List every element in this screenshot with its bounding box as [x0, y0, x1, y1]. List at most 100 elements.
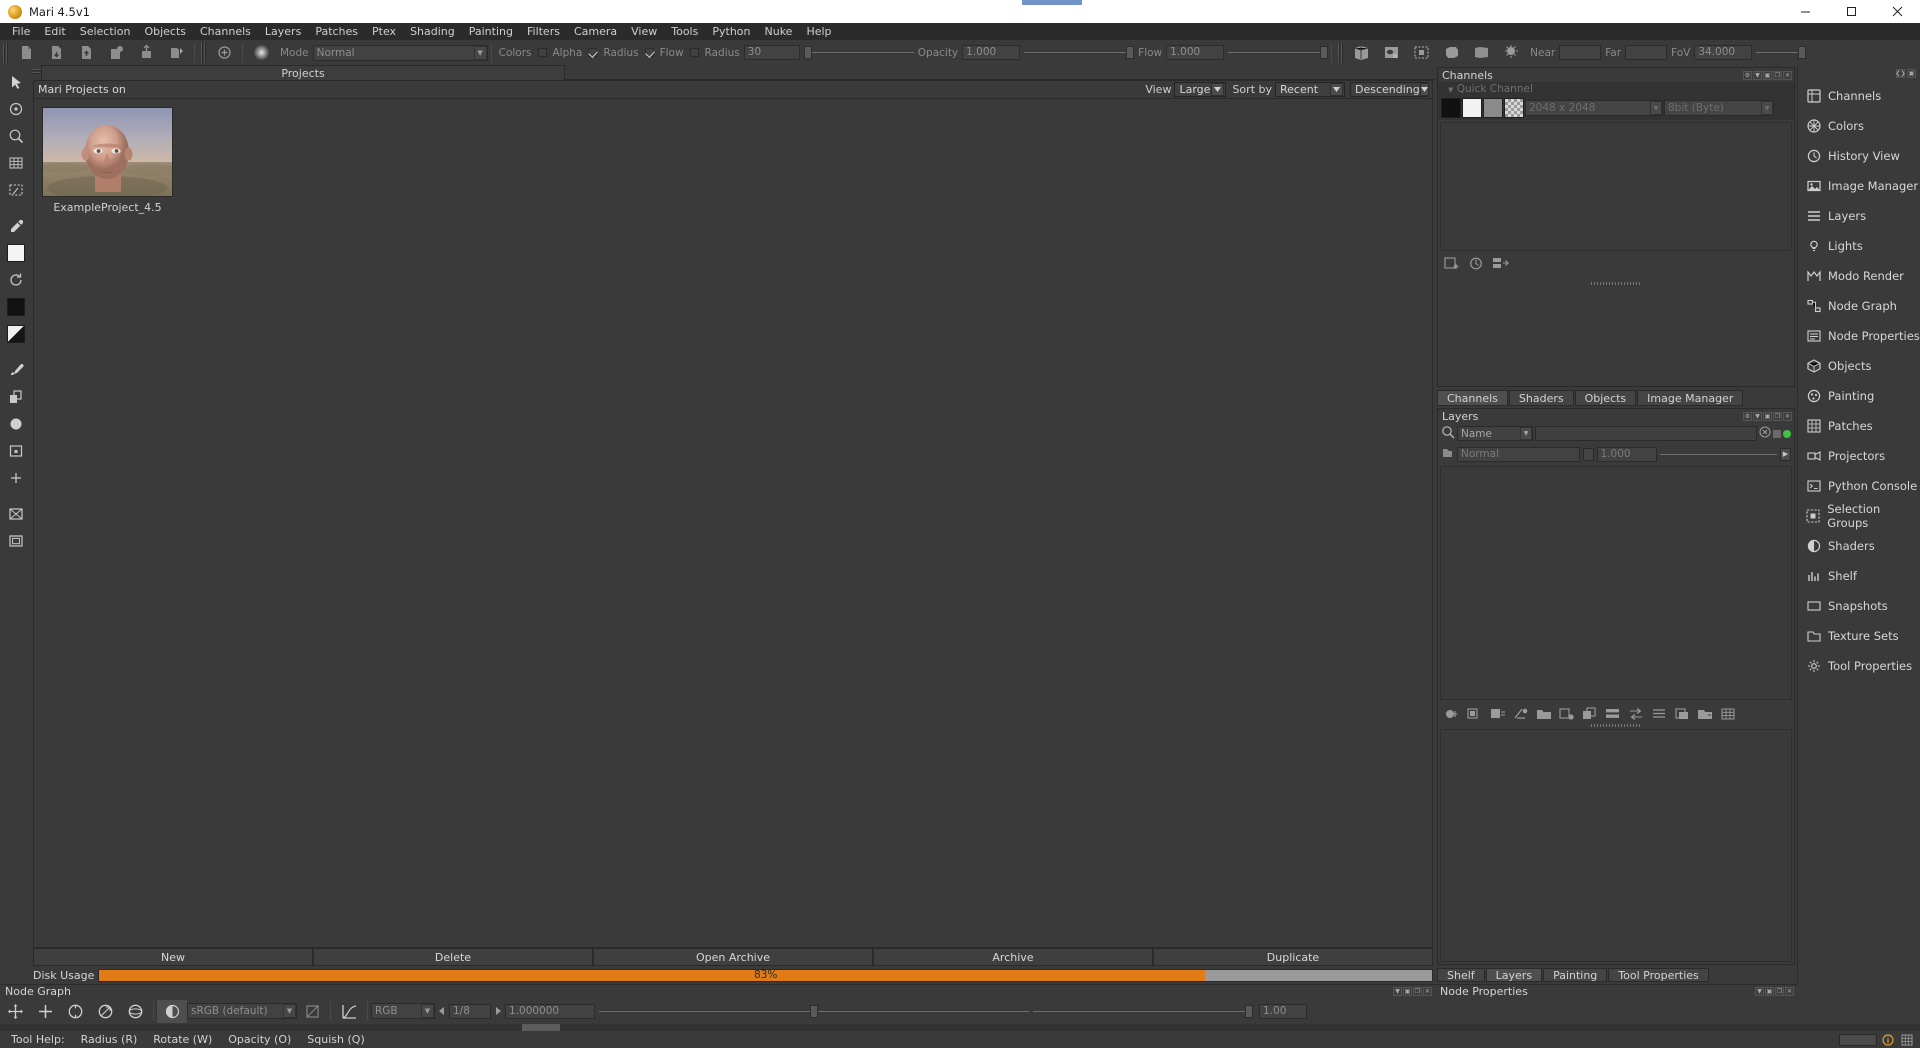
menu-nuke[interactable]: Nuke: [758, 23, 800, 40]
alpha-checkbox[interactable]: [588, 48, 598, 57]
refresh-channel-icon[interactable]: [1465, 254, 1487, 273]
tab-shaders[interactable]: Shaders: [1508, 390, 1574, 406]
palette-close-icon[interactable]: ✕: [1783, 411, 1792, 421]
menu-selection[interactable]: Selection: [73, 23, 138, 40]
palette-float-icon[interactable]: ▣: [1763, 411, 1772, 421]
search-icon[interactable]: [1441, 425, 1455, 442]
palette-item-layers[interactable]: Layers: [1798, 201, 1920, 231]
layers-extra-area[interactable]: [1440, 723, 1792, 962]
secondary-slider[interactable]: [1033, 1004, 1253, 1018]
tab-tool-properties[interactable]: Tool Properties: [1608, 968, 1709, 982]
palette-item-history-view[interactable]: History View: [1798, 141, 1920, 171]
grid-layer-icon[interactable]: [1717, 705, 1739, 724]
add-group-icon[interactable]: [1533, 705, 1555, 724]
projects-grid[interactable]: ExampleProject_4.5: [34, 98, 1432, 947]
menu-camera[interactable]: Camera: [567, 23, 624, 40]
select-arrow-icon[interactable]: [3, 69, 28, 94]
palette-item-python-console[interactable]: Python Console: [1798, 471, 1920, 501]
panel-resize-grip[interactable]: [1591, 282, 1641, 285]
shaded-icon[interactable]: [1436, 41, 1466, 64]
flow-checkbox[interactable]: [689, 48, 699, 57]
menu-painting[interactable]: Painting: [462, 23, 520, 40]
add-channel-layer-icon[interactable]: [1556, 705, 1578, 724]
radius-slider[interactable]: [803, 46, 914, 60]
layer-search-input[interactable]: [1535, 426, 1757, 441]
resolution-select[interactable]: 2048 x 2048 ▼: [1525, 100, 1663, 116]
project-thumbnail[interactable]: [42, 107, 173, 197]
menu-patches[interactable]: Patches: [308, 23, 365, 40]
palette-options-icon[interactable]: ⚙: [1743, 70, 1752, 80]
zoom-icon[interactable]: [3, 123, 28, 148]
add-adjustment-icon[interactable]: [1487, 705, 1509, 724]
palette-item-colors[interactable]: Colors: [1798, 111, 1920, 141]
move-layer-icon[interactable]: [1694, 705, 1716, 724]
palette-restore-icon[interactable]: ❐: [1775, 987, 1784, 996]
sort-order-select[interactable]: Descending: [1350, 82, 1429, 97]
copy-layer-icon[interactable]: [1671, 705, 1693, 724]
palette-float-icon[interactable]: ▣: [1763, 70, 1772, 80]
gamma-icon[interactable]: [297, 1000, 327, 1023]
tab-objects[interactable]: Objects: [1574, 390, 1637, 406]
color-swatch-white-icon[interactable]: [3, 240, 28, 265]
palette-collapse-icon[interactable]: ▼: [1755, 987, 1764, 996]
status-field-1[interactable]: [1839, 1033, 1877, 1046]
color-swatch-black-icon[interactable]: [3, 294, 28, 319]
far-input[interactable]: [1625, 45, 1668, 60]
layer-lock-icon[interactable]: [1582, 447, 1594, 461]
palette-restore-icon[interactable]: ❐: [1773, 411, 1782, 421]
scale-icon[interactable]: [90, 1000, 120, 1023]
eyedropper-icon[interactable]: [3, 213, 28, 238]
palette-item-painting[interactable]: Painting: [1798, 381, 1920, 411]
minimize-button[interactable]: [1782, 0, 1828, 23]
zoom-input[interactable]: 1.00: [1259, 1003, 1307, 1019]
radius-input[interactable]: 30: [743, 45, 800, 60]
toolbar-grip-brush[interactable]: [200, 42, 207, 63]
toolbar-grip-view[interactable]: [1337, 42, 1345, 63]
brush-add-icon[interactable]: [209, 41, 239, 64]
export-icon[interactable]: [131, 41, 161, 64]
fov-slider-knob[interactable]: [1798, 46, 1807, 59]
colorspace-select[interactable]: sRGB (default) ▼: [187, 1003, 297, 1019]
archive-button[interactable]: Archive: [873, 948, 1153, 966]
gradient-icon[interactable]: [3, 321, 28, 346]
flat-icon[interactable]: [1466, 41, 1496, 64]
delete-project-button[interactable]: Delete: [313, 948, 593, 966]
menu-objects[interactable]: Objects: [137, 23, 193, 40]
layer-blend-select[interactable]: Normal: [1457, 446, 1580, 462]
ellipse-icon[interactable]: [3, 411, 28, 436]
palette-item-node-properties[interactable]: Node Properties: [1798, 321, 1920, 351]
project-card[interactable]: ExampleProject_4.5: [42, 107, 173, 214]
palette-item-texture-sets[interactable]: Texture Sets: [1798, 621, 1920, 651]
wireframe-icon[interactable]: [1346, 41, 1376, 64]
palette-item-shaders[interactable]: Shaders: [1798, 531, 1920, 561]
share-icon[interactable]: [161, 41, 191, 64]
layer-opacity-stepper[interactable]: ▶: [1780, 447, 1791, 461]
layers-list-area[interactable]: [1440, 466, 1792, 700]
palette-float-icon[interactable]: ▣: [1765, 987, 1774, 996]
status-info-icon[interactable]: [1880, 1033, 1896, 1046]
tab-projects[interactable]: Projects: [41, 65, 565, 80]
merge-channel-icon[interactable]: [1489, 254, 1511, 273]
rotate-icon[interactable]: [3, 267, 28, 292]
duplicate-layer-icon[interactable]: [1579, 705, 1601, 724]
marquee-icon[interactable]: [3, 177, 28, 202]
palette-restore-icon[interactable]: ❐: [1413, 987, 1422, 996]
menu-layers[interactable]: Layers: [258, 23, 308, 40]
close-button[interactable]: [1874, 0, 1920, 23]
curve-icon[interactable]: [334, 1000, 364, 1023]
transfer-icon[interactable]: [1625, 705, 1647, 724]
palette-item-selection-groups[interactable]: Selection Groups: [1798, 501, 1920, 531]
frame-input[interactable]: 1/8: [449, 1003, 491, 1019]
tab-channels[interactable]: Channels: [1437, 390, 1508, 406]
layer-opacity-input[interactable]: 1.000: [1596, 446, 1657, 462]
filter-toggle-green[interactable]: [1783, 429, 1791, 438]
fov-slider[interactable]: [1756, 46, 1807, 60]
menu-help[interactable]: Help: [799, 23, 838, 40]
brush-blur-icon[interactable]: [246, 41, 276, 64]
swatch-white[interactable]: [1462, 98, 1482, 118]
move-icon[interactable]: [30, 1000, 60, 1023]
frame-icon[interactable]: [3, 528, 28, 553]
menu-filters[interactable]: Filters: [520, 23, 567, 40]
blend-mode-select[interactable]: Normal ▼: [312, 44, 488, 61]
selection-icon[interactable]: [1406, 41, 1436, 64]
